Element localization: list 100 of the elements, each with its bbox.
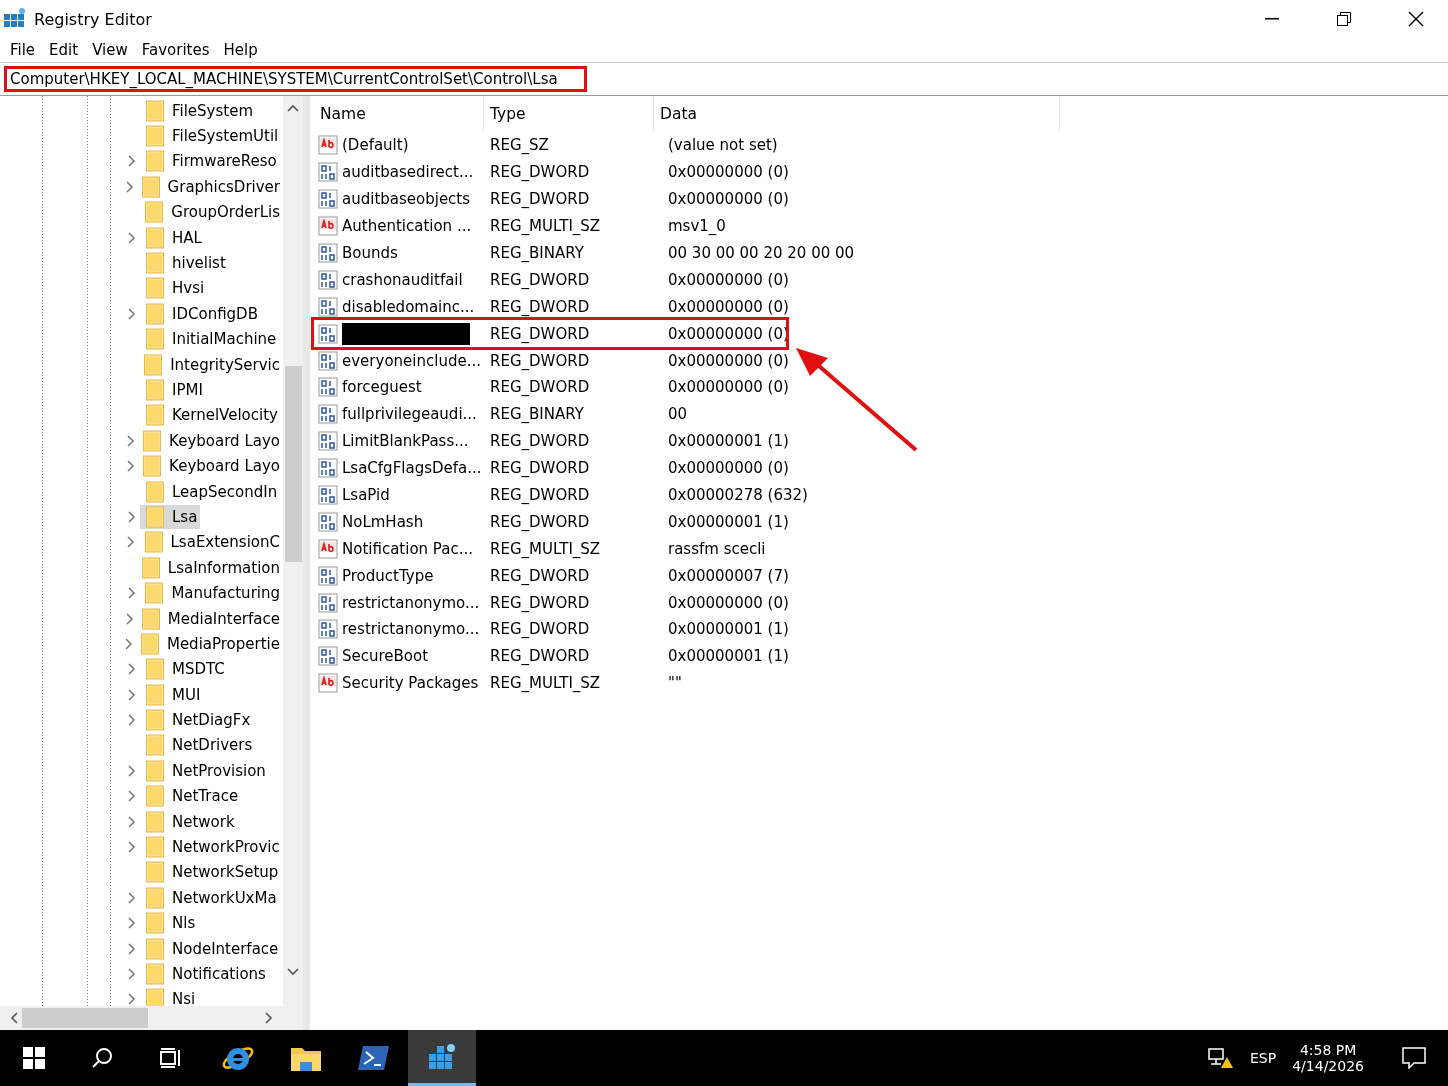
tree-node[interactable]: HAL: [140, 225, 205, 250]
value-name[interactable]: NoLmHash: [342, 512, 424, 531]
scroll-up-icon[interactable]: [287, 104, 299, 112]
tree-node[interactable]: hivelist: [140, 251, 229, 276]
chevron-icon[interactable]: [125, 637, 134, 650]
chevron-icon[interactable]: [128, 510, 136, 523]
tree-node[interactable]: LsaExtensionC: [138, 530, 283, 555]
chevron-icon[interactable]: [128, 155, 136, 168]
restore-icon[interactable]: [1337, 12, 1351, 26]
scroll-right-icon[interactable]: [265, 1012, 273, 1024]
menu-item[interactable]: Favorites: [135, 41, 218, 59]
search-icon[interactable]: [90, 1046, 114, 1070]
value-name[interactable]: ProductType: [342, 566, 434, 585]
vertical-scrollbar[interactable]: [283, 96, 303, 1006]
tree-node[interactable]: Nls: [140, 911, 199, 936]
tree-node[interactable]: InitialMachine: [140, 327, 280, 352]
chevron-icon[interactable]: [128, 815, 136, 828]
task-view-icon[interactable]: [158, 1046, 182, 1070]
tree-node[interactable]: Keyboard Layo: [137, 454, 283, 479]
value-name[interactable]: crashonauditfail: [342, 270, 463, 289]
value-name[interactable]: auditbasedirect...: [342, 163, 474, 182]
tree-node[interactable]: FirmwareReso: [140, 149, 280, 174]
value-name[interactable]: forceguest: [342, 378, 422, 397]
tree-node[interactable]: MediaPropertie: [134, 631, 283, 656]
value-name[interactable]: fullprivilegeaudi...: [342, 405, 477, 424]
tree-node[interactable]: NetProvision: [140, 758, 269, 783]
chevron-icon[interactable]: [125, 180, 134, 193]
scroll-left-icon[interactable]: [10, 1012, 18, 1024]
column-header[interactable]: Data: [654, 96, 1060, 132]
tree-node[interactable]: IDConfigDB: [140, 301, 261, 326]
network-warning-icon[interactable]: [1208, 1047, 1234, 1069]
tree-node[interactable]: LeapSecondIn: [140, 479, 281, 504]
menu-item[interactable]: Edit: [43, 41, 87, 59]
column-header[interactable]: Name: [314, 96, 484, 132]
tree-node[interactable]: KernelVelocity: [140, 403, 281, 428]
value-name[interactable]: restrictanonymo...: [342, 593, 480, 612]
value-name[interactable]: LsaCfgFlagsDefa...: [342, 459, 482, 478]
tree-node[interactable]: NetworkSetup: [140, 860, 282, 885]
tree-node[interactable]: Notifications: [140, 961, 269, 986]
chevron-icon[interactable]: [128, 714, 136, 727]
tree-node[interactable]: IPMI: [140, 378, 206, 402]
chevron-icon[interactable]: [126, 434, 135, 447]
chevron-icon[interactable]: [128, 790, 136, 803]
tree-node[interactable]: Network: [140, 809, 238, 834]
registry-icon[interactable]: [427, 1041, 457, 1072]
chevron-icon[interactable]: [128, 917, 136, 930]
chevron-icon[interactable]: [128, 841, 136, 853]
close-icon[interactable]: [1408, 11, 1424, 27]
value-name[interactable]: Authentication ...: [342, 217, 472, 236]
chevron-icon[interactable]: [125, 612, 134, 625]
address-bar[interactable]: Computer\HKEY_LOCAL_MACHINE\SYSTEM\CurrentControlSet\Control\Lsa: [4, 66, 587, 92]
tree-node[interactable]: GroupOrderLis: [139, 200, 283, 225]
value-name[interactable]: SecureBoot: [342, 647, 429, 666]
tree-node[interactable]: NetDrivers: [140, 733, 256, 758]
menu-item[interactable]: View: [86, 41, 136, 59]
windows-logo-icon[interactable]: [23, 1047, 45, 1069]
chevron-icon[interactable]: [128, 942, 136, 955]
value-name[interactable]: Bounds: [342, 244, 398, 262]
value-name[interactable]: everyoneinclude...: [342, 351, 481, 370]
tree-node[interactable]: Keyboard Layo: [137, 428, 283, 453]
tree-node[interactable]: FileSystem: [140, 98, 257, 123]
tree-node[interactable]: GraphicsDriver: [135, 174, 283, 199]
chevron-icon[interactable]: [128, 967, 136, 980]
scroll-thumb[interactable]: [284, 366, 302, 562]
minimize-icon[interactable]: [1265, 18, 1279, 20]
notification-icon[interactable]: [1402, 1047, 1426, 1069]
tree-node[interactable]: Lsa: [140, 504, 201, 529]
tree-node[interactable]: NetworkUxMa: [140, 885, 280, 910]
scroll-thumb[interactable]: [22, 1008, 148, 1028]
chevron-icon[interactable]: [128, 764, 136, 777]
tree-node[interactable]: Hvsi: [140, 276, 208, 301]
menu-item[interactable]: Help: [217, 41, 266, 59]
chevron-icon[interactable]: [127, 587, 136, 600]
value-name[interactable]: auditbaseobjects: [342, 190, 471, 209]
tree-node[interactable]: NetDiagFx: [140, 708, 254, 733]
chevron-icon[interactable]: [128, 993, 136, 1006]
terminal-icon[interactable]: [358, 1044, 390, 1072]
chevron-icon[interactable]: [128, 891, 136, 904]
clock-time[interactable]: 4:58 PM: [1299, 1042, 1357, 1058]
tree-node[interactable]: NodeInterface: [140, 936, 282, 961]
value-name[interactable]: restrictanonymo...: [342, 620, 480, 639]
value-name[interactable]: LsaPid: [342, 486, 390, 504]
tree-node[interactable]: FileSystemUtil: [140, 124, 282, 149]
tree-node[interactable]: MSDTC: [140, 657, 228, 682]
chevron-icon[interactable]: [127, 536, 136, 549]
value-name[interactable]: LimitBlankPass...: [342, 432, 469, 451]
value-name[interactable]: disabledomainc...: [342, 297, 475, 316]
scroll-down-icon[interactable]: [287, 968, 299, 976]
tree-node[interactable]: IntegrityServic: [138, 352, 283, 377]
chevron-icon[interactable]: [128, 688, 136, 701]
menu-item[interactable]: File: [4, 41, 44, 59]
language-indicator[interactable]: ESP: [1250, 1050, 1277, 1066]
chevron-icon[interactable]: [128, 663, 136, 676]
tree-node[interactable]: NetTrace: [140, 784, 242, 809]
value-name[interactable]: Security Packages: [342, 674, 479, 693]
tree-node[interactable]: LsaInformation: [135, 555, 283, 580]
value-name[interactable]: (Default): [342, 136, 409, 155]
tree-node[interactable]: MUI: [140, 682, 204, 707]
chevron-icon[interactable]: [126, 460, 135, 473]
tree-node[interactable]: Manufacturing: [139, 581, 283, 606]
